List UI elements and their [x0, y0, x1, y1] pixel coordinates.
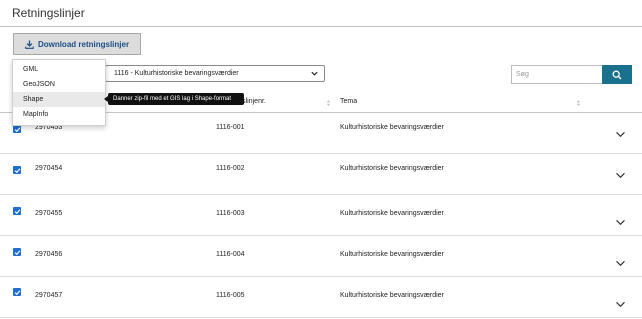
- row-id: 2970456: [35, 251, 63, 258]
- search-button[interactable]: [602, 65, 632, 84]
- search-icon: [612, 70, 622, 79]
- row-tema: Kulturhistoriske bevaringsværdier: [340, 210, 444, 217]
- table-row[interactable]: 2970457 1116-005 Kulturhistoriske bevari…: [0, 277, 642, 318]
- row-tema: Kulturhistoriske bevaringsværdier: [340, 165, 444, 172]
- row-nr: 1116-002: [216, 165, 245, 172]
- row-nr: 1116-001: [216, 124, 245, 131]
- row-checkbox[interactable]: [13, 248, 21, 256]
- sort-icon[interactable]: [326, 99, 331, 107]
- row-nr: 1116-004: [216, 251, 245, 258]
- shape-tooltip: Danner zip-fil med et GIS lag i Shape-fo…: [104, 93, 244, 105]
- chevron-down-icon: [311, 71, 318, 76]
- chevron-down-icon[interactable]: [615, 219, 626, 226]
- row-tema: Kulturhistoriske bevaringsværdier: [340, 251, 444, 258]
- row-id: 2970457: [35, 292, 63, 299]
- row-checkbox[interactable]: [13, 288, 21, 296]
- title-divider: [0, 26, 642, 27]
- chevron-down-icon[interactable]: [615, 131, 626, 138]
- menu-item-shape[interactable]: Shape: [13, 92, 105, 107]
- download-icon: [25, 39, 34, 49]
- menu-item-geojson[interactable]: GeoJSON: [13, 77, 105, 92]
- row-nr: 1116-003: [216, 210, 245, 217]
- row-checkbox[interactable]: [13, 125, 21, 133]
- checkmark-icon: [14, 126, 20, 132]
- download-button[interactable]: Download retningslinjer: [13, 33, 141, 55]
- checkmark-icon: [14, 167, 20, 173]
- sort-icon[interactable]: [576, 99, 581, 107]
- row-checkbox[interactable]: [13, 207, 21, 215]
- chevron-down-icon[interactable]: [615, 301, 626, 308]
- row-id: 2970454: [35, 165, 63, 172]
- table-row[interactable]: 2970454 1116-002 Kulturhistoriske bevari…: [0, 154, 642, 195]
- chevron-down-icon[interactable]: [615, 260, 626, 267]
- theme-select-value: 1116 - Kulturhistoriske bevaringsværdier: [114, 70, 239, 77]
- row-tema: Kulturhistoriske bevaringsværdier: [340, 124, 444, 131]
- download-button-label: Download retningslinjer: [37, 39, 130, 49]
- menu-item-mapinfo[interactable]: MapInfo: [13, 107, 105, 122]
- table-row[interactable]: 2970455 1116-003 Kulturhistoriske bevari…: [0, 195, 642, 236]
- row-tema: Kulturhistoriske bevaringsværdier: [340, 292, 444, 299]
- search-input[interactable]: [511, 65, 602, 84]
- table-row[interactable]: 2970456 1116-004 Kulturhistoriske bevari…: [0, 236, 642, 277]
- column-header-tema[interactable]: Tema: [340, 98, 357, 105]
- page-title: Retningslinjer: [12, 6, 85, 20]
- row-id: 2970455: [35, 210, 63, 217]
- checkmark-icon: [14, 208, 20, 214]
- row-checkbox[interactable]: [13, 166, 21, 174]
- checkmark-icon: [14, 289, 20, 295]
- row-nr: 1116-005: [216, 292, 245, 299]
- chevron-down-icon[interactable]: [615, 172, 626, 179]
- download-format-menu: GML GeoJSON Shape MapInfo: [12, 59, 106, 126]
- checkmark-icon: [14, 249, 20, 255]
- menu-item-gml[interactable]: GML: [13, 62, 105, 77]
- theme-select[interactable]: 1116 - Kulturhistoriske bevaringsværdier: [105, 65, 325, 82]
